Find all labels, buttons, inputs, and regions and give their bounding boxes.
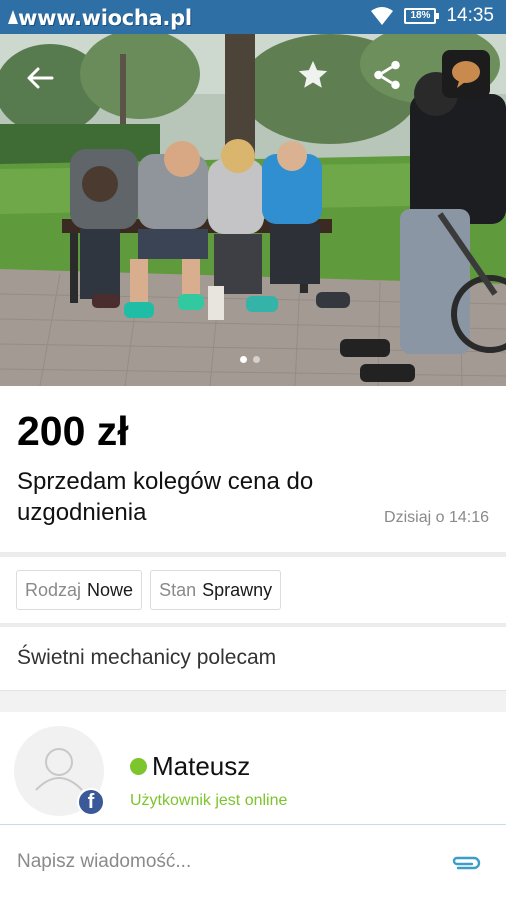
message-bar [0, 824, 506, 900]
back-arrow-icon [27, 67, 54, 89]
param-value: Sprawny [202, 579, 273, 600]
section-divider [0, 690, 506, 712]
battery-level: 18% [410, 10, 431, 21]
clock: 14:35 [446, 5, 494, 26]
param-label: Rodzaj [25, 579, 82, 600]
param-stan: Stan Sprawny [150, 570, 282, 610]
paperclip-icon [452, 856, 481, 870]
param-rodzaj: Rodzaj Nowe [16, 570, 143, 610]
online-status-dot [130, 758, 147, 775]
battery-icon: 18% [404, 8, 440, 24]
listing-price: 200 zł [17, 408, 129, 454]
listing-title: Sprzedam kolegów cena do uzgodnienia [17, 468, 314, 526]
listing-photo-carousel[interactable] [0, 34, 506, 386]
seller-online-status: Użytkownik jest online [130, 792, 288, 809]
attach-button[interactable] [450, 849, 482, 877]
status-bar: www.wiocha.pl 18% 14:35 [0, 0, 506, 34]
share-button[interactable] [364, 52, 410, 98]
wifi-icon [371, 7, 394, 25]
section-divider [0, 623, 506, 627]
watermark: www.wiocha.pl [18, 6, 192, 30]
message-input[interactable] [17, 851, 417, 873]
carousel-dot-active[interactable] [240, 356, 247, 363]
listing-photo [0, 34, 506, 386]
status-indicators: 18% 14:35 [370, 5, 494, 27]
chat-bubble-icon [452, 61, 480, 88]
seller-name[interactable]: Mateusz [152, 751, 250, 782]
carousel-indicators [240, 356, 260, 363]
listing-date: Dzisiaj o 14:16 [384, 509, 489, 526]
listing-params: Rodzaj Nowe Stan Sprawny [16, 570, 282, 610]
listing-description: Świetni mechanicy polecam [17, 646, 277, 669]
facebook-icon: f [77, 788, 105, 816]
share-icon [374, 60, 400, 90]
param-label: Stan [159, 579, 197, 600]
carousel-dot[interactable] [253, 356, 260, 363]
chat-button[interactable] [442, 50, 490, 98]
star-icon [298, 60, 328, 88]
param-value: Nowe [87, 579, 134, 600]
favorite-button[interactable] [290, 52, 336, 98]
section-divider [0, 552, 506, 557]
back-button[interactable] [18, 56, 62, 100]
